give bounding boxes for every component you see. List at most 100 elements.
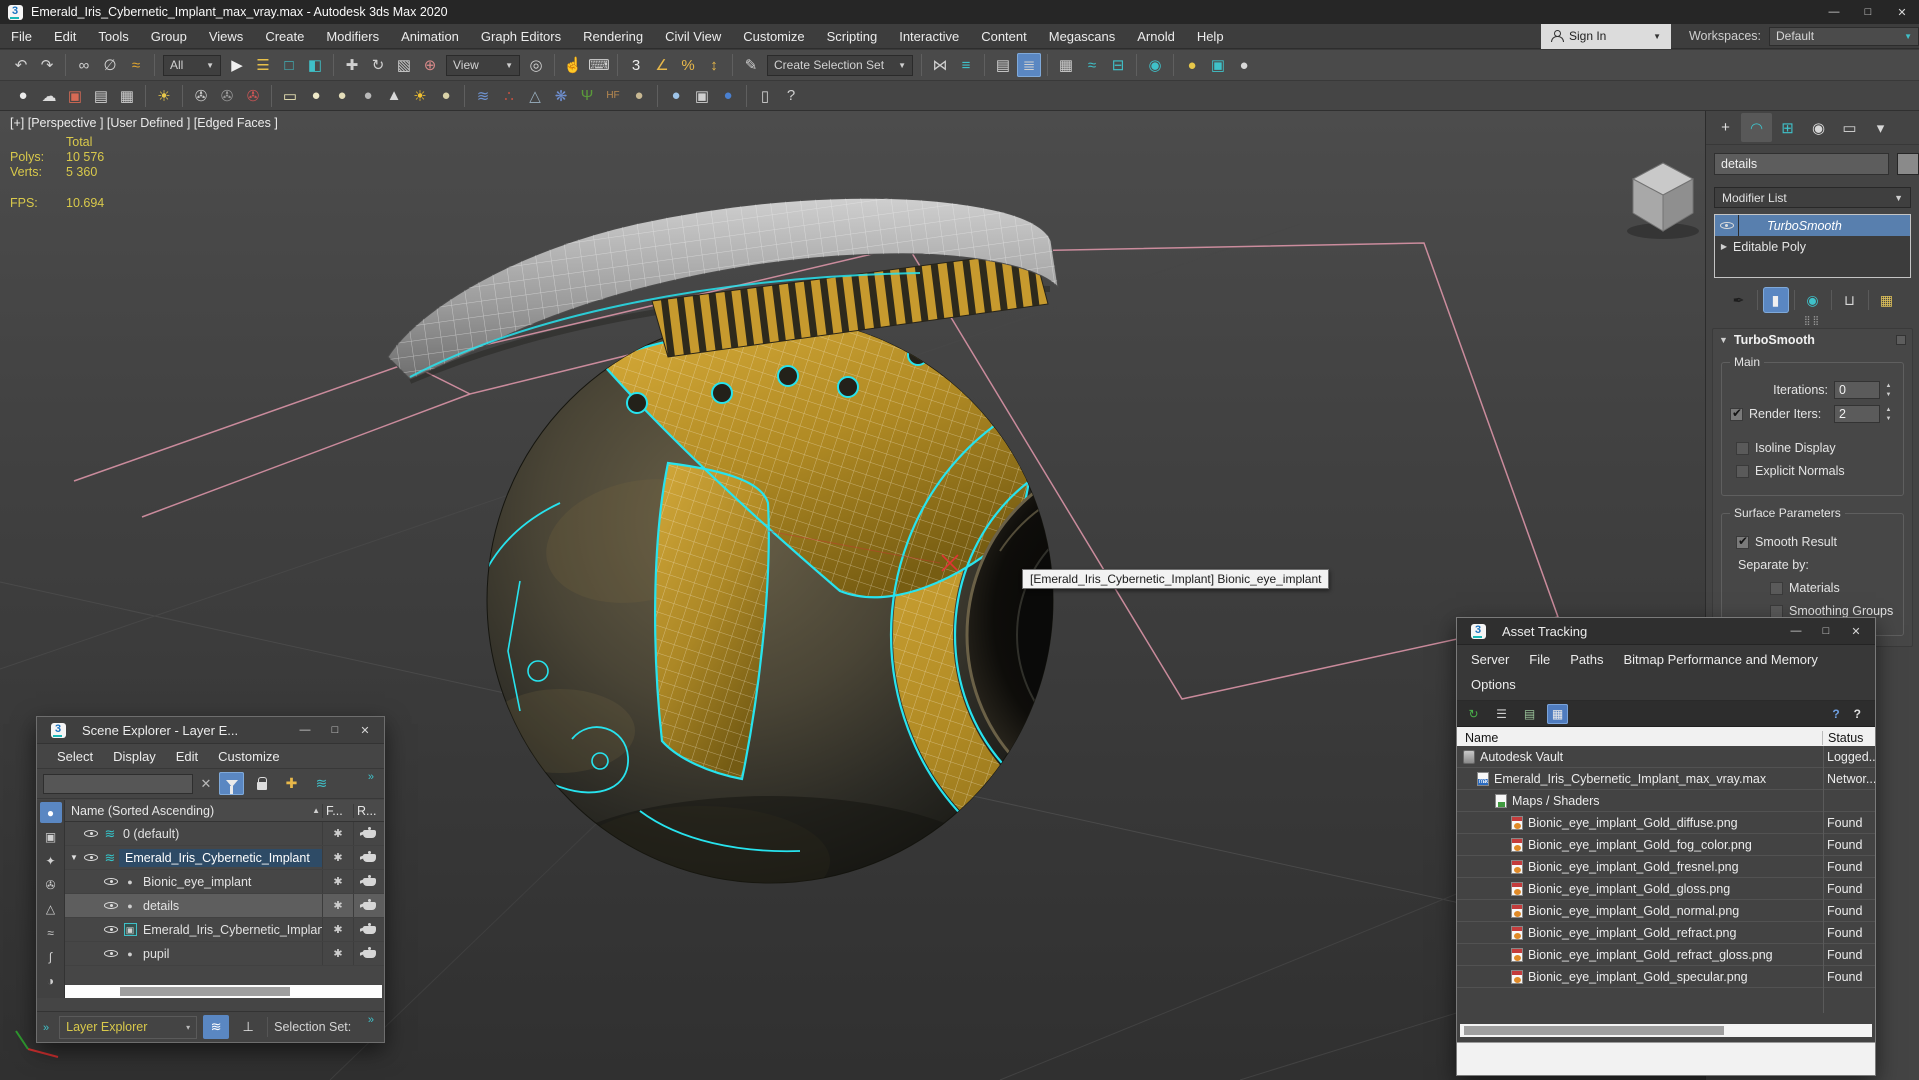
asset-row[interactable]: Bionic_eye_implant_Gold_fog_color.png Fou… xyxy=(1457,834,1875,856)
tab-hierarchy[interactable]: ⊞ xyxy=(1772,113,1803,142)
menu-rendering[interactable]: Rendering xyxy=(572,24,654,49)
eyeball-model[interactable] xyxy=(468,313,1379,986)
scene-row[interactable]: ● Bionic_eye_implant ✱ xyxy=(65,870,384,894)
asset-menu-bitmap-performance-and-memory[interactable]: Bitmap Performance and Memory xyxy=(1614,647,1828,672)
minimize-icon[interactable]: — xyxy=(292,720,318,740)
light-lister-icon[interactable]: ☀ xyxy=(152,84,176,108)
visibility-eye-icon[interactable] xyxy=(103,922,119,937)
asset-row[interactable]: Bionic_eye_implant_Gold_fresnel.png Found xyxy=(1457,856,1875,878)
asset-row[interactable]: Bionic_eye_implant_Gold_specular.png Foun… xyxy=(1457,966,1875,988)
add-layer-button[interactable]: ✚ xyxy=(279,772,304,795)
vray-tower-icon[interactable]: △ xyxy=(523,84,547,108)
context-help-icon[interactable]: ? xyxy=(1854,707,1861,721)
visibility-eye-icon[interactable] xyxy=(83,850,99,865)
use-pivot-point-center-icon[interactable]: ◎ xyxy=(524,53,548,77)
select-and-move-icon[interactable]: ✚ xyxy=(340,53,364,77)
scene-menu-select[interactable]: Select xyxy=(47,744,103,769)
refresh-icon[interactable]: ↻ xyxy=(1463,704,1484,724)
scene-menu-customize[interactable]: Customize xyxy=(208,744,289,769)
video-camera-icon[interactable]: ✇ xyxy=(241,84,265,108)
panel-splitter[interactable]: ⣿⣿ xyxy=(1706,315,1919,325)
cloud-icon[interactable]: ☁ xyxy=(37,84,61,108)
configure-modifier-sets-icon[interactable]: ▦ xyxy=(1874,287,1900,313)
filter-materials-icon[interactable]: ◑ xyxy=(40,970,62,991)
maximize-icon[interactable]: □ xyxy=(322,720,348,740)
freeze-icon[interactable]: ✱ xyxy=(322,870,353,893)
asset-row[interactable]: Bionic_eye_implant_Gold_diffuse.png Found xyxy=(1457,812,1875,834)
scene-menu-edit[interactable]: Edit xyxy=(166,744,208,769)
toggle-ribbon-icon[interactable]: ▦ xyxy=(1054,53,1078,77)
vray-ellipse-icon[interactable]: ● xyxy=(434,84,458,108)
render-flyout-teapot-icon[interactable]: ● xyxy=(11,84,35,108)
isoline-display-checkbox[interactable] xyxy=(1736,441,1749,455)
sign-in-button[interactable]: Sign In ▼ xyxy=(1540,23,1671,49)
maximize-icon[interactable]: □ xyxy=(1813,621,1839,641)
rendered-frame-window-icon[interactable]: ▣ xyxy=(1206,53,1230,77)
scene-menu-display[interactable]: Display xyxy=(103,744,166,769)
mirror-icon[interactable]: ⋈ xyxy=(928,53,952,77)
menu-customize[interactable]: Customize xyxy=(732,24,815,49)
render-iters-spinner[interactable]: ▲ ▼ xyxy=(1882,405,1895,423)
rollout-header[interactable]: ▼ TurboSmooth xyxy=(1713,329,1912,351)
asset-row[interactable]: Bionic_eye_implant_Gold_refract_gloss.pn… xyxy=(1457,944,1875,966)
asset-menu-options[interactable]: Options xyxy=(1461,672,1526,697)
menu-views[interactable]: Views xyxy=(198,24,254,49)
menu-megascans[interactable]: Megascans xyxy=(1038,24,1126,49)
close-icon[interactable]: ✕ xyxy=(1843,621,1869,641)
maximize-icon[interactable]: □ xyxy=(1851,0,1885,24)
object-color-swatch[interactable] xyxy=(1897,153,1919,175)
projector-icon[interactable]: ✇ xyxy=(215,84,239,108)
edit-named-selection-sets-icon[interactable]: ✎ xyxy=(739,53,763,77)
viewport-label[interactable]: [+] [Perspective ] [User Defined ] [Edge… xyxy=(10,116,278,130)
freeze-icon[interactable]: ✱ xyxy=(322,894,353,917)
menu-edit[interactable]: Edit xyxy=(43,24,87,49)
asset-menu-server[interactable]: Server xyxy=(1461,647,1519,672)
horizontal-scrollbar[interactable] xyxy=(1460,1024,1872,1037)
select-and-place-icon[interactable]: ⊕ xyxy=(418,53,442,77)
render-column-header[interactable]: R... xyxy=(353,803,384,818)
menu-graph-editors[interactable]: Graph Editors xyxy=(470,24,572,49)
menu-group[interactable]: Group xyxy=(140,24,198,49)
select-and-rotate-icon[interactable]: ↻ xyxy=(366,53,390,77)
keyboard-shortcut-override-icon[interactable]: ⌨ xyxy=(587,53,611,77)
tab-motion[interactable]: ◉ xyxy=(1803,113,1834,142)
vray-hf-icon[interactable]: HF xyxy=(601,84,625,108)
named-selection-set-dropdown[interactable]: Create Selection Set ▼ xyxy=(767,54,913,76)
table-view-icon[interactable]: ▦ xyxy=(1547,703,1568,724)
lock-button[interactable] xyxy=(249,772,274,795)
render-production-icon[interactable]: ● xyxy=(1232,53,1256,77)
visibility-eye-icon[interactable] xyxy=(1719,218,1735,233)
filter-cameras-icon[interactable]: ✇ xyxy=(40,874,62,895)
close-icon[interactable]: ✕ xyxy=(1885,0,1919,24)
material-editor-dialog-icon[interactable]: ▣ xyxy=(63,84,87,108)
modifier-list-dropdown[interactable]: Modifier List ▼ xyxy=(1714,187,1911,208)
view-cube[interactable] xyxy=(1627,162,1699,239)
renderable-teapot-icon[interactable] xyxy=(353,822,384,845)
freeze-icon[interactable]: ✱ xyxy=(322,918,353,941)
minimize-icon[interactable]: — xyxy=(1817,0,1851,24)
visibility-eye-icon[interactable] xyxy=(103,874,119,889)
iterations-field[interactable]: 0 xyxy=(1834,381,1880,399)
asset-row[interactable]: Bionic_eye_implant_Gold_gloss.png Found xyxy=(1457,878,1875,900)
pin-stack-icon[interactable]: ✒ xyxy=(1726,287,1752,313)
renderable-teapot-icon[interactable] xyxy=(353,894,384,917)
vray-settings-panel-icon[interactable]: ▯ xyxy=(753,84,777,108)
status-column-header[interactable]: Status xyxy=(1822,731,1875,745)
details-view-icon[interactable]: ▤ xyxy=(1519,704,1540,724)
close-icon[interactable]: ✕ xyxy=(352,720,378,740)
smooth-result-checkbox[interactable] xyxy=(1736,534,1749,549)
filter-funnel-button[interactable] xyxy=(219,772,244,795)
asset-row[interactable]: Emerald_Iris_Cybernetic_Implant_max_vray… xyxy=(1457,768,1875,790)
asset-row[interactable]: Bionic_eye_implant_Gold_refract.png Found xyxy=(1457,922,1875,944)
asset-row[interactable]: Maps / Shaders xyxy=(1457,790,1875,812)
vray-light-plane-icon[interactable]: ▭ xyxy=(278,84,302,108)
remove-modifier-icon[interactable]: ⊔ xyxy=(1837,287,1863,313)
renderable-teapot-icon[interactable] xyxy=(353,918,384,941)
vray-dome-light-icon[interactable]: ● xyxy=(304,84,328,108)
asset-row[interactable]: Bionic_eye_implant_Gold_normal.png Found xyxy=(1457,900,1875,922)
vray-sun-icon[interactable]: ☀ xyxy=(408,84,432,108)
select-and-manipulate-icon[interactable]: ☝ xyxy=(561,53,585,77)
freeze-icon[interactable]: ✱ xyxy=(322,822,353,845)
renderable-teapot-icon[interactable] xyxy=(353,870,384,893)
name-column-header[interactable]: Name (Sorted Ascending) xyxy=(65,804,310,818)
